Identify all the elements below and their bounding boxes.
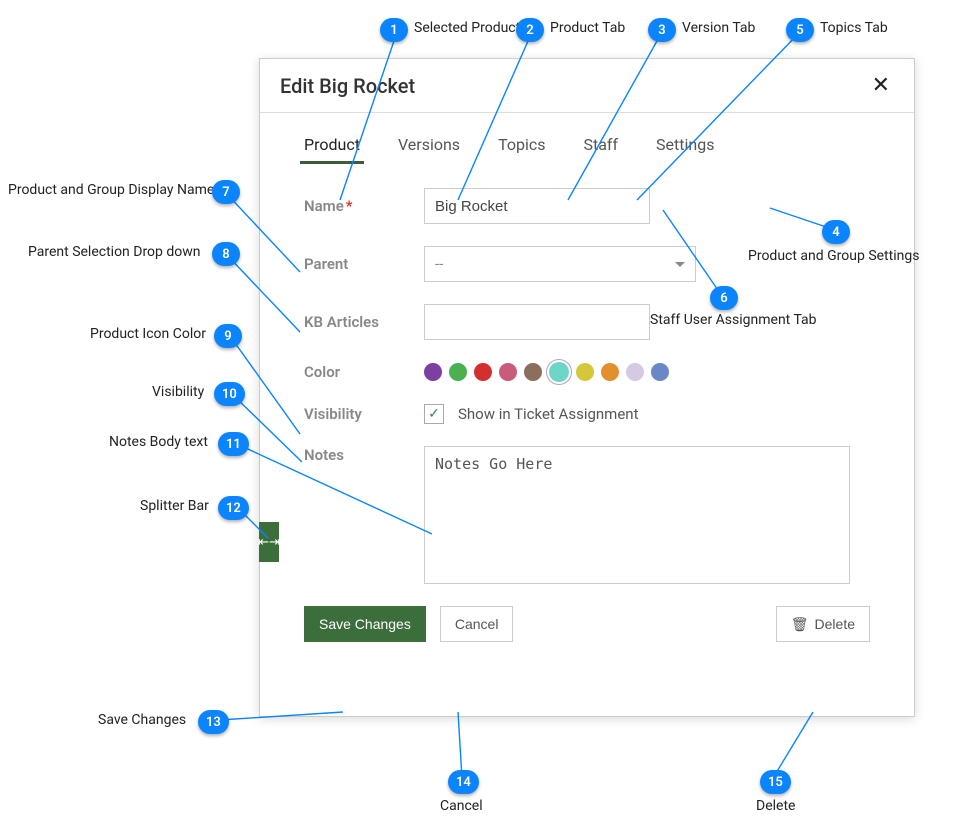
parent-label: Parent [304,255,424,273]
color-swatch[interactable] [424,363,442,381]
tab-product[interactable]: Product [304,135,360,164]
callout-marker-1: 1 [380,18,408,42]
callout-label-3: Version Tab [682,20,755,36]
cancel-button[interactable]: Cancel [440,606,514,642]
visibility-text: Show in Ticket Assignment [458,405,638,423]
visibility-checkbox[interactable]: ✓ [424,404,444,424]
notes-textarea[interactable] [424,446,850,584]
parent-selected-value: -- [435,255,443,273]
name-label-text: Name [304,197,344,215]
edit-dialog: Edit Big Rocket ✕ Product Versions Topic… [259,58,915,717]
callout-marker-4: 4 [822,220,850,244]
color-label: Color [304,363,424,381]
visibility-row: Visibility ✓ Show in Ticket Assignment [304,404,870,424]
callout-label-9: Product Icon Color [90,326,206,342]
callout-label-5: Topics Tab [820,20,888,36]
notes-row: Notes [304,446,870,584]
callout-marker-15: 15 [760,770,791,794]
callout-marker-3: 3 [648,18,676,42]
splitter-icon: ⇤⇥ [258,535,280,550]
callout-marker-14: 14 [448,770,479,794]
kb-input[interactable] [424,304,650,340]
delete-button[interactable]: 🗑 Delete [776,606,870,642]
kb-label: KB Articles [304,313,424,331]
callout-marker-12: 12 [218,496,249,520]
tab-versions[interactable]: Versions [398,135,460,164]
color-swatch[interactable] [626,363,644,381]
callout-marker-10: 10 [214,382,245,406]
dialog-header: Edit Big Rocket ✕ [260,59,914,113]
color-swatch[interactable] [651,363,669,381]
callout-marker-9: 9 [214,324,242,348]
dialog-title: Edit Big Rocket [280,74,415,98]
callout-label-14: Cancel [440,798,483,814]
name-label: Name* [304,197,424,215]
name-row: Name* [304,188,870,224]
callout-marker-2: 2 [516,18,544,42]
name-input[interactable] [424,188,650,224]
callout-label-7: Product and Group Display Name [8,182,214,198]
callout-label-11: Notes Body text [109,434,208,450]
parent-select[interactable]: -- [424,246,696,282]
color-swatch[interactable] [449,363,467,381]
callout-label-4: Product and Group Settings [748,248,919,264]
color-swatch[interactable] [601,363,619,381]
color-swatch[interactable] [549,362,569,382]
delete-label: Delete [815,616,855,632]
callout-marker-6: 6 [710,286,738,310]
color-row: Color [304,362,870,382]
callout-marker-5: 5 [786,18,814,42]
color-swatch[interactable] [524,363,542,381]
visibility-label: Visibility [304,405,424,423]
callout-label-6: Staff User Assignment Tab [650,312,817,328]
tab-topics[interactable]: Topics [498,135,545,164]
color-swatch[interactable] [576,363,594,381]
required-asterisk: * [346,197,353,215]
close-icon[interactable]: ✕ [868,73,894,98]
callout-label-1: Selected Product [414,20,520,36]
callout-label-10: Visibility [152,384,204,400]
callout-marker-11: 11 [218,432,249,456]
chevron-down-icon [675,262,685,267]
trash-icon: 🗑 [791,616,809,633]
action-bar: Save Changes Cancel 🗑 Delete [260,606,914,642]
callout-label-13: Save Changes [98,712,186,728]
callout-label-15: Delete [756,798,795,814]
callout-marker-7: 7 [212,180,240,204]
callout-label-2: Product Tab [550,20,625,36]
product-form: Name* Parent -- KB Articles Color Visibi… [260,164,914,584]
tab-staff[interactable]: Staff [583,135,618,164]
callout-label-8: Parent Selection Drop down [28,244,201,260]
color-swatch[interactable] [499,363,517,381]
callout-label-12: Splitter Bar [140,498,209,514]
tab-bar: Product Versions Topics Staff Settings [260,113,914,164]
color-swatch[interactable] [474,363,492,381]
callout-marker-13: 13 [198,710,229,734]
save-button[interactable]: Save Changes [304,606,426,642]
color-swatch-group [424,362,669,382]
notes-label: Notes [304,446,424,464]
callout-marker-8: 8 [212,242,240,266]
splitter-handle[interactable]: ⇤⇥ [259,522,279,562]
tab-settings[interactable]: Settings [656,135,714,164]
